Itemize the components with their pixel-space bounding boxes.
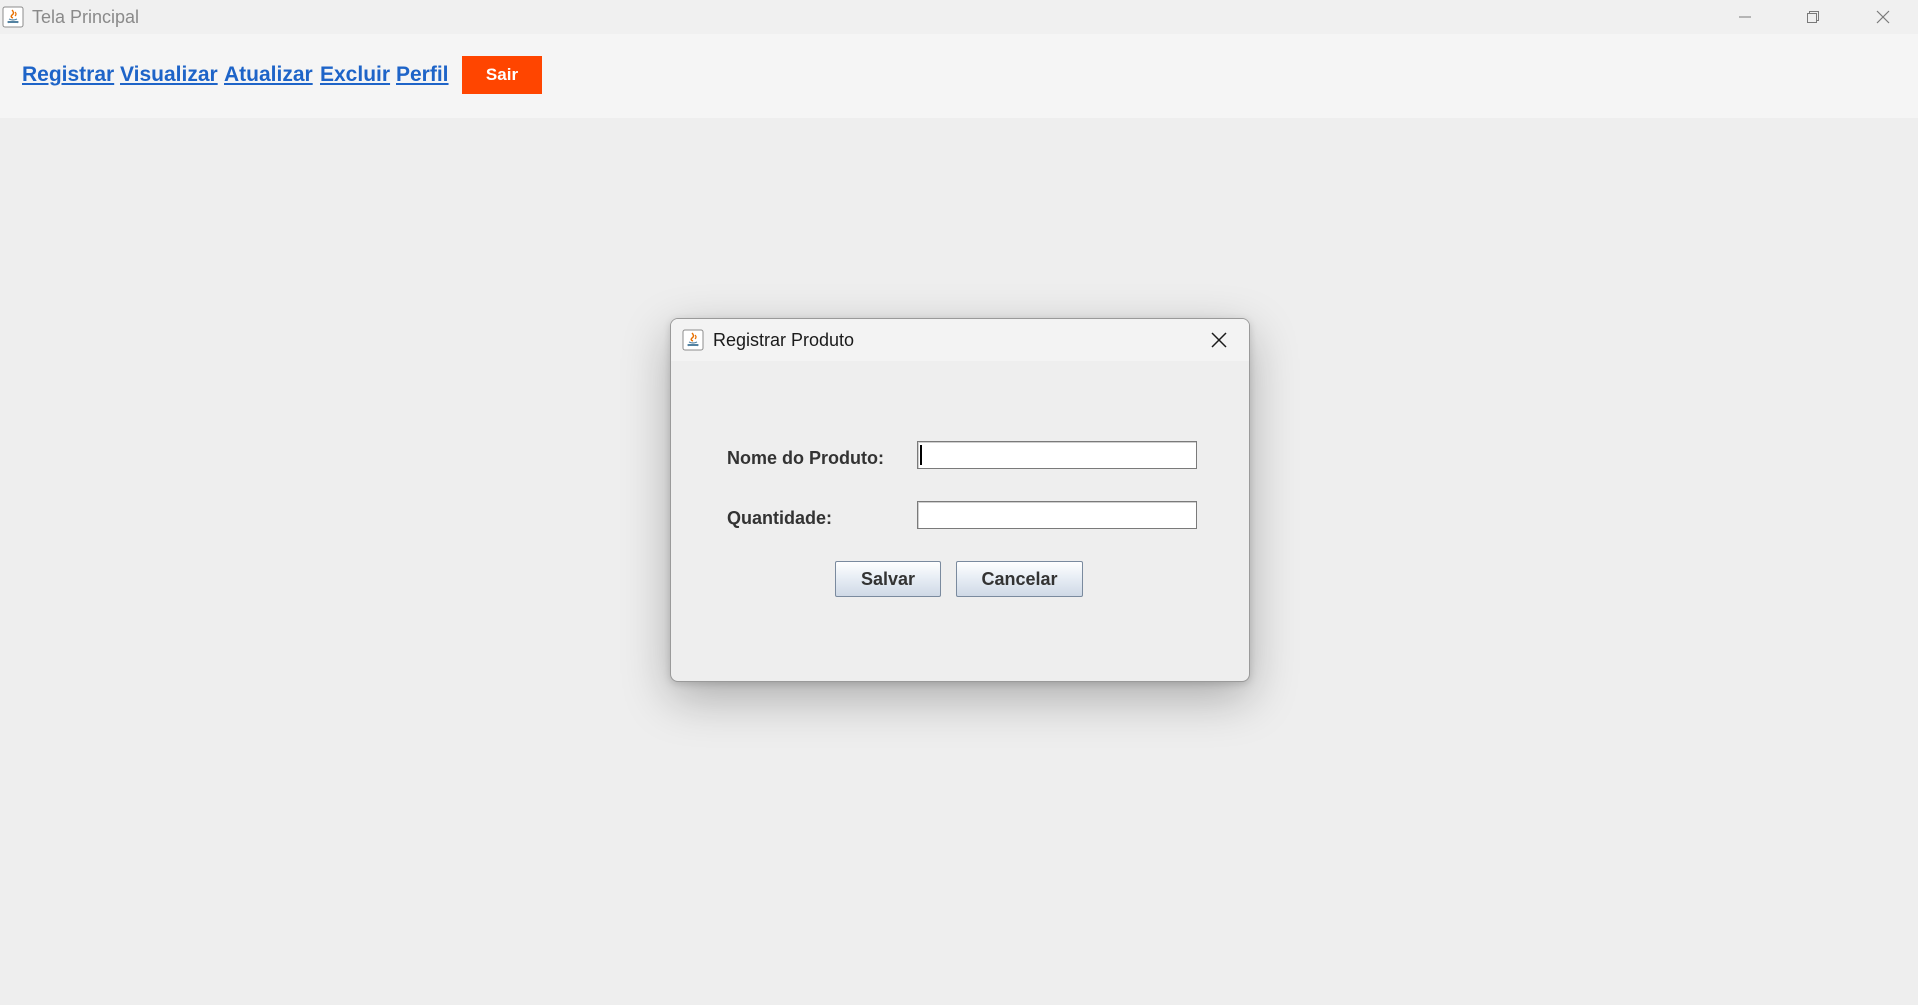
- menu-link-perfil[interactable]: Perfil: [396, 62, 449, 88]
- exit-button[interactable]: Sair: [462, 56, 542, 94]
- product-name-input[interactable]: [917, 441, 1197, 469]
- window-titlebar: Tela Principal: [0, 0, 1918, 34]
- save-button[interactable]: Salvar: [835, 561, 941, 597]
- register-product-dialog: Registrar Produto Nome do Produto: Quant…: [670, 318, 1250, 682]
- dialog-title: Registrar Produto: [713, 330, 855, 350]
- main-window: Tela Principal Registrar Visualizar Atua…: [0, 0, 1918, 1005]
- quantity-label: Quantidade:: [727, 508, 833, 528]
- menu-link-atualizar[interactable]: Atualizar: [224, 62, 313, 88]
- menu-link-registrar[interactable]: Registrar: [22, 62, 114, 88]
- window-title: Tela Principal: [32, 7, 140, 27]
- menu-link-visualizar[interactable]: Visualizar: [120, 62, 218, 88]
- text-caret: [920, 445, 922, 465]
- restore-button[interactable]: [1778, 0, 1848, 34]
- quantity-input[interactable]: [917, 501, 1197, 529]
- cancel-button[interactable]: Cancelar: [956, 561, 1083, 597]
- minimize-button[interactable]: [1710, 0, 1780, 34]
- close-icon: [1211, 332, 1227, 348]
- java-app-icon: [682, 329, 704, 351]
- window-close-button[interactable]: [1848, 0, 1918, 34]
- dialog-close-button[interactable]: [1201, 325, 1237, 355]
- java-app-icon: [2, 6, 24, 28]
- menu-link-excluir[interactable]: Excluir: [320, 62, 390, 88]
- restore-icon: [1807, 11, 1819, 23]
- dialog-titlebar: Registrar Produto: [671, 319, 1249, 361]
- product-name-label: Nome do Produto:: [727, 448, 884, 468]
- close-icon: [1876, 10, 1890, 24]
- minimize-icon: [1739, 16, 1751, 18]
- menu-bar: Registrar Visualizar Atualizar Excluir P…: [0, 34, 1918, 118]
